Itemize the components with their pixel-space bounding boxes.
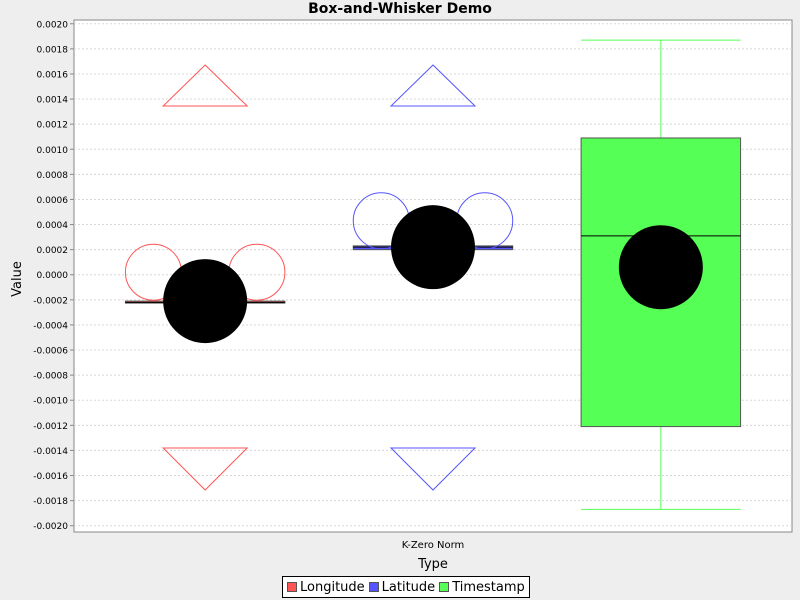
y-tick-label: -0.0012 — [33, 422, 68, 432]
y-tick-label: 0.0000 — [37, 271, 69, 281]
legend: Longitude Latitude Timestamp — [282, 576, 530, 598]
y-tick-label: -0.0010 — [33, 397, 68, 407]
y-tick-label: 0.0012 — [37, 121, 69, 131]
y-tick-label: -0.0006 — [33, 347, 68, 357]
y-tick-label: 0.0018 — [37, 45, 69, 55]
legend-swatch — [439, 582, 450, 592]
legend-item-longitude: Longitude — [287, 580, 365, 595]
y-tick-label: 0.0006 — [37, 196, 69, 206]
y-tick-label: 0.0004 — [37, 221, 69, 231]
chart-svg: 0.0020 0.0018 0.0016 0.0014 0.0012 0.0010 0.00… — [10, 19, 793, 572]
y-tick-label: -0.0004 — [33, 321, 68, 331]
y-tick-label: 0.0008 — [37, 171, 69, 181]
legend-label: Latitude — [381, 579, 436, 595]
y-tick-label: -0.0008 — [33, 372, 68, 382]
y-tick-label: -0.0014 — [33, 447, 68, 457]
mean-marker — [391, 205, 475, 290]
y-tick-label: 0.0010 — [37, 146, 69, 156]
legend-item-latitude: Latitude — [368, 579, 436, 595]
y-tick-label: -0.0002 — [33, 296, 68, 306]
legend-swatch — [368, 582, 379, 592]
y-tick-label: 0.0002 — [37, 246, 69, 256]
legend-item-timestamp: Timestamp — [439, 580, 525, 595]
x-axis-label: Type — [417, 557, 448, 572]
y-tick-label: -0.0018 — [33, 497, 68, 507]
mean-marker — [618, 225, 703, 310]
legend-label: Longitude — [300, 579, 365, 595]
legend-swatch — [287, 582, 297, 592]
y-tick-label: -0.0016 — [33, 472, 68, 482]
y-tick-label: 0.0020 — [37, 20, 69, 30]
y-axis-label: Value — [10, 261, 25, 297]
y-tick-label: -0.0020 — [33, 522, 68, 532]
y-tick-label: 0.0014 — [37, 96, 69, 106]
legend-label: Timestamp — [452, 579, 525, 595]
mean-marker — [163, 259, 248, 344]
y-tick-label: 0.0016 — [37, 70, 69, 80]
x-tick-label: K-Zero Norm — [402, 540, 465, 551]
y-axis-ticks: 0.0020 0.0018 0.0016 0.0014 0.0012 0.0010 0.00… — [33, 20, 74, 532]
